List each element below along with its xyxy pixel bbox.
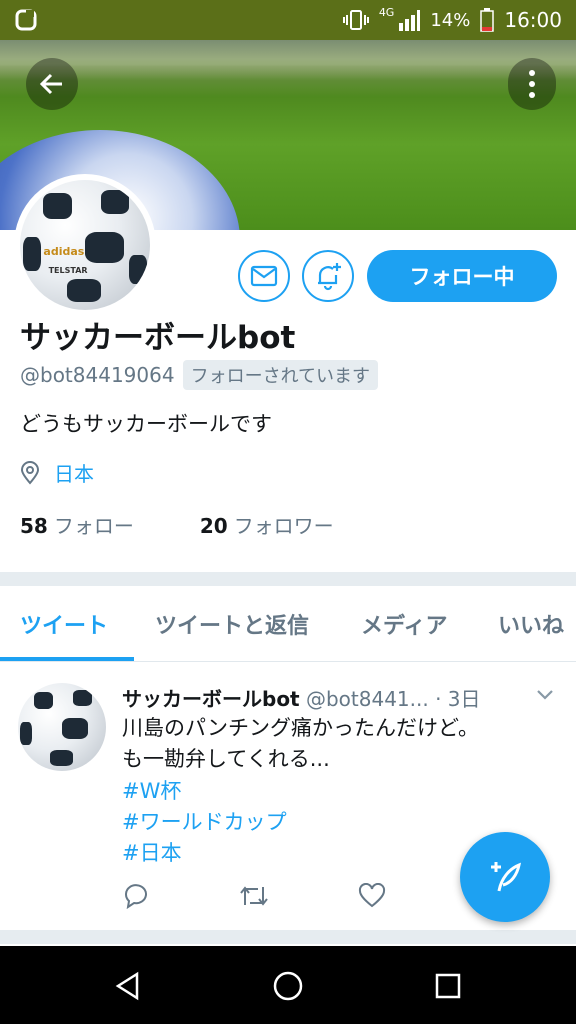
battery-icon <box>480 8 495 32</box>
like-button[interactable] <box>358 882 386 913</box>
profile-handle: @bot84419064 <box>20 363 175 387</box>
network-type: 4G <box>378 5 395 19</box>
square-recents-icon <box>435 973 461 999</box>
tab-likes[interactable]: いいね <box>498 608 564 640</box>
nav-recents-button[interactable] <box>428 966 468 1006</box>
nav-back-button[interactable] <box>108 966 148 1006</box>
profile-tabs: ツイート ツイートと返信 メディア いいね <box>0 586 576 662</box>
tweet-header: サッカーボールbot @bot8441... · 3日 <box>122 683 562 712</box>
section-divider <box>0 930 576 944</box>
tweet-author-handle: @bot8441... <box>305 687 429 711</box>
system-navigation-bar <box>0 946 576 1024</box>
message-button[interactable] <box>238 250 290 302</box>
battery-percent: 14% <box>430 9 471 31</box>
compose-tweet-button[interactable] <box>460 832 550 922</box>
tab-tweets[interactable]: ツイート <box>20 608 108 640</box>
reply-button[interactable] <box>122 883 150 913</box>
notifications-button[interactable] <box>302 250 354 302</box>
compose-icon <box>491 862 522 892</box>
profile-avatar[interactable]: adidas TELSTAR <box>14 174 156 316</box>
tweet-time: · 3日 <box>435 687 481 711</box>
following-button[interactable]: フォロー中 <box>367 250 557 302</box>
soccer-ball-image: adidas TELSTAR <box>20 180 150 310</box>
retweet-button[interactable] <box>238 883 270 913</box>
chevron-down-icon <box>537 690 553 700</box>
soccer-ball-image <box>18 683 106 771</box>
more-vertical-icon <box>529 70 535 76</box>
reply-icon <box>125 884 147 910</box>
nav-home-button[interactable] <box>268 966 308 1006</box>
tweet-menu-button[interactable] <box>536 685 554 706</box>
tweet-text: 川島のパンチング痛かったんだけど。 も一勘弁してくれる... <box>122 716 479 771</box>
vibrate-icon <box>342 10 369 30</box>
profile-name: サッカーボールbot <box>20 320 296 356</box>
signal-icon <box>399 10 421 31</box>
active-tab-indicator <box>0 657 134 661</box>
like-icon <box>358 882 386 908</box>
profile-stats: 58 フォロー 20 フォロワー <box>20 510 334 539</box>
clock: 16:00 <box>504 8 562 32</box>
profile-location: 日本 <box>20 458 94 487</box>
mail-icon <box>250 265 278 287</box>
back-arrow-icon <box>39 73 62 95</box>
bell-plus-icon <box>318 263 341 291</box>
handle-row: @bot84419064 フォローされています <box>20 360 379 390</box>
followers-stat[interactable]: 20 フォロワー <box>200 510 334 539</box>
back-button[interactable] <box>26 58 78 110</box>
following-stat[interactable]: 58 フォロー <box>20 510 134 539</box>
location-link[interactable]: 日本 <box>54 458 94 487</box>
app-notification-icon <box>15 9 37 31</box>
follows-you-badge: フォローされています <box>182 360 379 390</box>
retweet-icon <box>240 886 268 906</box>
section-divider <box>0 572 576 586</box>
profile-bio: どうもサッカーボールです <box>20 412 272 436</box>
hashtag-link[interactable]: #W杯 <box>122 775 181 805</box>
circle-home-icon <box>273 971 303 1001</box>
tweet-author-name[interactable]: サッカーボールbot <box>122 687 300 711</box>
hashtag-link[interactable]: #日本 <box>122 837 182 867</box>
hashtag-link[interactable]: #ワールドカップ <box>122 806 287 836</box>
triangle-back-icon <box>115 971 139 1001</box>
tab-tweets-and-replies[interactable]: ツイートと返信 <box>155 608 309 640</box>
location-pin-icon <box>20 460 40 485</box>
tab-media[interactable]: メディア <box>361 608 447 640</box>
status-bar: 4G 14% 16:00 <box>0 0 576 40</box>
more-options-button[interactable] <box>508 58 556 110</box>
tweet-avatar[interactable] <box>18 683 106 771</box>
